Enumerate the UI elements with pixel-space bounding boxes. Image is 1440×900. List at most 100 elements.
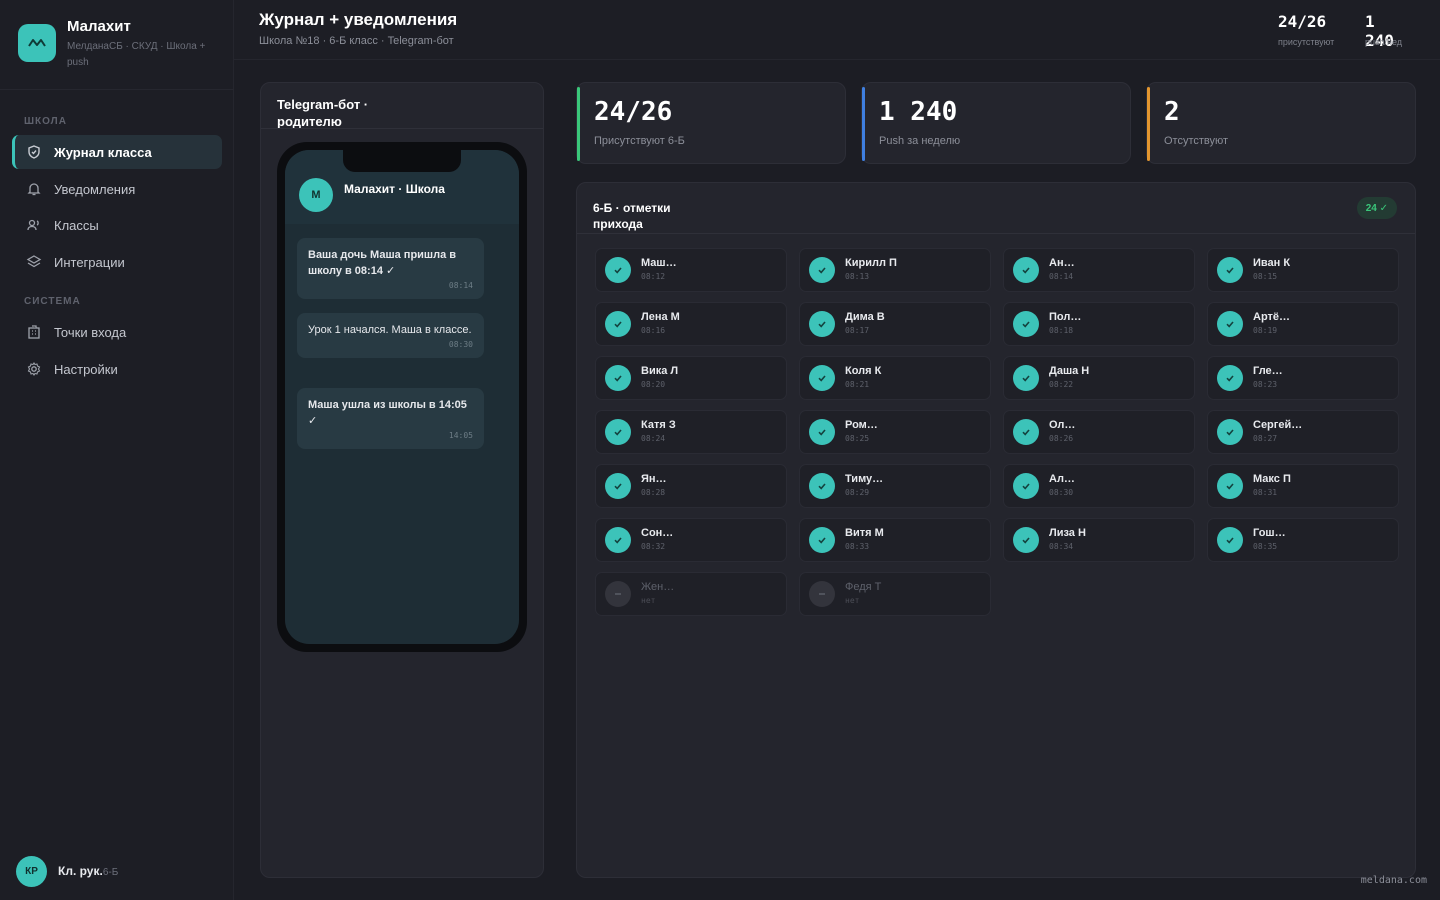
building-icon: [28, 325, 40, 339]
student-tile[interactable]: Сергей… 08:27: [1207, 410, 1399, 454]
student-name: Катя З: [641, 419, 676, 431]
user-profile[interactable]: КР Кл. рук.6-Б: [16, 855, 226, 887]
phone-notch: [343, 150, 461, 172]
student-time: 08:14: [1049, 272, 1074, 281]
check-icon: [1013, 365, 1039, 391]
page-title: Журнал + уведомления: [259, 10, 458, 29]
student-tile[interactable]: Гле… 08:23: [1207, 356, 1399, 400]
student-name: Лена М: [641, 311, 680, 323]
sidebar-item-settings[interactable]: Настройки: [12, 352, 222, 386]
student-tile[interactable]: Даша Н 08:22: [1003, 356, 1195, 400]
student-name: Сергей…: [1253, 419, 1303, 431]
student-time: 08:19: [1253, 326, 1278, 335]
student-name: Гош…: [1253, 527, 1286, 539]
check-icon: [1217, 527, 1243, 553]
student-name: Пол…: [1049, 311, 1082, 323]
chat-message: Маша ушла из школы в 14:05 ✓ 14:05: [297, 388, 484, 449]
student-name: Даша Н: [1049, 365, 1090, 377]
student-name: Маш…: [641, 257, 677, 269]
bell-icon: [27, 183, 41, 196]
student-tile[interactable]: Ал… 08:30: [1003, 464, 1195, 508]
sidebar-item-journal[interactable]: Журнал класса: [12, 135, 222, 169]
student-time: 08:22: [1049, 380, 1074, 389]
student-tile[interactable]: Кирилл П 08:13: [799, 248, 991, 292]
sidebar-item-label: Настройки: [54, 361, 118, 377]
student-tile[interactable]: Тиму… 08:29: [799, 464, 991, 508]
student-time: 08:29: [845, 488, 870, 497]
sidebar-item-notifications[interactable]: Уведомления: [12, 172, 222, 206]
sidebar-item-entry-points[interactable]: Точки входа: [12, 315, 222, 349]
student-name: Лиза Н: [1049, 527, 1086, 539]
header-stat-present-value: 24/26: [1278, 12, 1327, 31]
stat-label: Push за неделю: [879, 135, 961, 147]
header-stat-push-label: push/нед: [1365, 37, 1403, 47]
student-time: 08:13: [845, 272, 870, 281]
message-time: 08:30: [448, 340, 473, 349]
student-tile[interactable]: Витя М 08:33: [799, 518, 991, 562]
check-icon: [605, 311, 631, 337]
student-tile[interactable]: Сон… 08:32: [595, 518, 787, 562]
stat-value: 24/26: [594, 97, 673, 127]
student-time: 08:15: [1253, 272, 1278, 281]
student-time: 08:27: [1253, 434, 1278, 443]
sidebar-item-label: Уведомления: [54, 181, 136, 197]
student-name: Сон…: [641, 527, 674, 539]
gear-icon: [27, 362, 41, 376]
student-tile[interactable]: Маш… 08:12: [595, 248, 787, 292]
student-tile[interactable]: Лена М 08:16: [595, 302, 787, 346]
student-time: 08:12: [641, 272, 666, 281]
student-tile[interactable]: Ром… 08:25: [799, 410, 991, 454]
attendance-title: 6-Б · отметки прихода: [593, 201, 671, 231]
student-tile[interactable]: Гош… 08:35: [1207, 518, 1399, 562]
app-subtitle: МелданаСБ · СКУД · Школа + push: [67, 41, 206, 68]
check-icon: [1013, 257, 1039, 283]
message-time: 08:14: [448, 281, 473, 290]
student-tile[interactable]: Макс П 08:31: [1207, 464, 1399, 508]
chat-message: Урок 1 начался. Маша в классе. 08:30: [297, 313, 484, 358]
minus-icon: [809, 581, 835, 607]
student-time: 08:32: [641, 542, 666, 551]
student-tile[interactable]: Коля К 08:21: [799, 356, 991, 400]
student-tile[interactable]: Ол… 08:26: [1003, 410, 1195, 454]
student-tile[interactable]: Ян… 08:28: [595, 464, 787, 508]
stat-card-push: 1 240 Push за неделю: [861, 82, 1131, 164]
sidebar-item-classes[interactable]: Классы: [12, 208, 222, 242]
check-icon: [809, 473, 835, 499]
student-tile[interactable]: Лиза Н 08:34: [1003, 518, 1195, 562]
check-icon: [605, 473, 631, 499]
student-tile[interactable]: Иван К 08:15: [1207, 248, 1399, 292]
student-tile[interactable]: Жен… нет: [595, 572, 787, 616]
student-name: Ан…: [1049, 257, 1075, 269]
sidebar-item-integrations[interactable]: Интеграции: [12, 245, 222, 279]
check-icon: [809, 419, 835, 445]
student-time: 08:30: [1049, 488, 1074, 497]
shield-icon: [28, 145, 40, 159]
check-icon: [809, 257, 835, 283]
student-name: Федя Т: [845, 581, 882, 593]
logo-icon: [18, 24, 56, 62]
student-time: 08:25: [845, 434, 870, 443]
student-tile[interactable]: Пол… 08:18: [1003, 302, 1195, 346]
check-icon: [1217, 419, 1243, 445]
telegram-panel-title: Telegram-бот · родителю: [277, 97, 369, 129]
check-icon: [605, 527, 631, 553]
student-tile[interactable]: Вика Л 08:20: [595, 356, 787, 400]
stat-accent-bar: [862, 87, 865, 161]
attendance-badge: 24 ✓: [1356, 197, 1397, 219]
student-name: Ян…: [641, 473, 667, 485]
student-tile[interactable]: Катя З 08:24: [595, 410, 787, 454]
sidebar-item-label: Журнал класса: [54, 144, 152, 160]
student-name: Ол…: [1049, 419, 1076, 431]
student-time: 08:20: [641, 380, 666, 389]
student-name: Вика Л: [641, 365, 679, 377]
student-tile[interactable]: Дима В 08:17: [799, 302, 991, 346]
check-icon: [1217, 311, 1243, 337]
stat-card-absent: 2 Отсутствуют: [1146, 82, 1416, 164]
student-tile[interactable]: Федя Т нет: [799, 572, 991, 616]
student-time: 08:28: [641, 488, 666, 497]
student-tile[interactable]: Ан… 08:14: [1003, 248, 1195, 292]
student-tile[interactable]: Артё… 08:19: [1207, 302, 1399, 346]
message-body: Урок 1 начался. Маша в классе.: [308, 322, 473, 338]
chat-name: Малахит · Школа: [344, 182, 445, 196]
users-icon: [27, 219, 39, 231]
